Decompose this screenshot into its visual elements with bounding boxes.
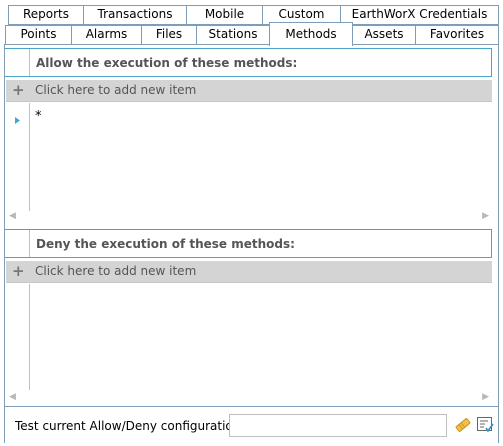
tab-reports[interactable]: Reports xyxy=(8,5,84,25)
tab-label: Stations xyxy=(208,27,258,41)
tab-label: Reports xyxy=(22,7,70,21)
tab-label: Points xyxy=(20,27,57,41)
tab-label: EarthWorX Credentials xyxy=(351,7,488,21)
tab-alarms[interactable]: Alarms xyxy=(71,25,142,45)
tab-label: Methods xyxy=(285,27,337,41)
tab-mobile[interactable]: Mobile xyxy=(186,5,263,25)
scroll-right-icon[interactable]: ▶ xyxy=(482,211,489,221)
tab-favorites[interactable]: Favorites xyxy=(415,25,499,45)
tab-earthworx-credentials[interactable]: EarthWorX Credentials xyxy=(340,5,499,25)
plus-icon: + xyxy=(12,81,25,99)
allow-list-item[interactable]: * xyxy=(35,109,42,124)
tab-transactions[interactable]: Transactions xyxy=(83,5,187,25)
test-configuration-bar: Test current Allow/Deny configuration: xyxy=(5,406,498,444)
scroll-left-icon[interactable]: ◀ xyxy=(9,392,16,402)
tab-label: Files xyxy=(155,27,183,41)
tab-files[interactable]: Files xyxy=(141,25,197,45)
tab-label: Transactions xyxy=(97,7,173,21)
allow-add-item-row[interactable]: + Click here to add new item xyxy=(6,80,492,102)
test-configuration-label: Test current Allow/Deny configuration: xyxy=(15,419,245,433)
tab-assets[interactable]: Assets xyxy=(352,25,416,45)
allow-row-current-indicator xyxy=(15,113,20,127)
allow-item-value: * xyxy=(35,109,42,124)
tab-label: Assets xyxy=(364,27,404,41)
deny-horizontal-scrollbar[interactable]: ◀ ▶ xyxy=(5,392,493,404)
test-configuration-input[interactable] xyxy=(229,414,447,437)
add-item-label: Click here to add new item xyxy=(35,264,197,278)
deny-row-gutter xyxy=(6,284,30,390)
deny-grid-header: Deny the execution of these methods: xyxy=(5,229,492,258)
deny-grid-title: Deny the execution of these methods: xyxy=(36,237,295,251)
allow-horizontal-scrollbar[interactable]: ◀ ▶ xyxy=(5,211,493,223)
tab-label: Favorites xyxy=(429,27,485,41)
tab-label: Alarms xyxy=(85,27,128,41)
scroll-left-icon[interactable]: ◀ xyxy=(9,211,16,221)
tab-label: Custom xyxy=(278,7,325,21)
row-header-column xyxy=(5,230,30,257)
scroll-right-icon[interactable]: ▶ xyxy=(482,392,489,402)
plus-icon: + xyxy=(12,262,25,280)
tab-points[interactable]: Points xyxy=(5,25,72,45)
tab-methods[interactable]: Methods xyxy=(269,22,353,46)
allow-grid-title: Allow the execution of these methods: xyxy=(36,56,298,70)
allow-grid-header: Allow the execution of these methods: xyxy=(5,48,492,77)
deny-add-item-row[interactable]: + Click here to add new item xyxy=(6,261,492,283)
clear-eraser-icon[interactable] xyxy=(454,416,472,434)
row-header-column xyxy=(5,49,30,76)
row-pointer-icon xyxy=(15,117,20,124)
tab-stations[interactable]: Stations xyxy=(196,25,270,45)
test-checklist-icon[interactable] xyxy=(476,416,494,434)
add-item-label: Click here to add new item xyxy=(35,83,197,97)
tab-label: Mobile xyxy=(204,7,245,21)
